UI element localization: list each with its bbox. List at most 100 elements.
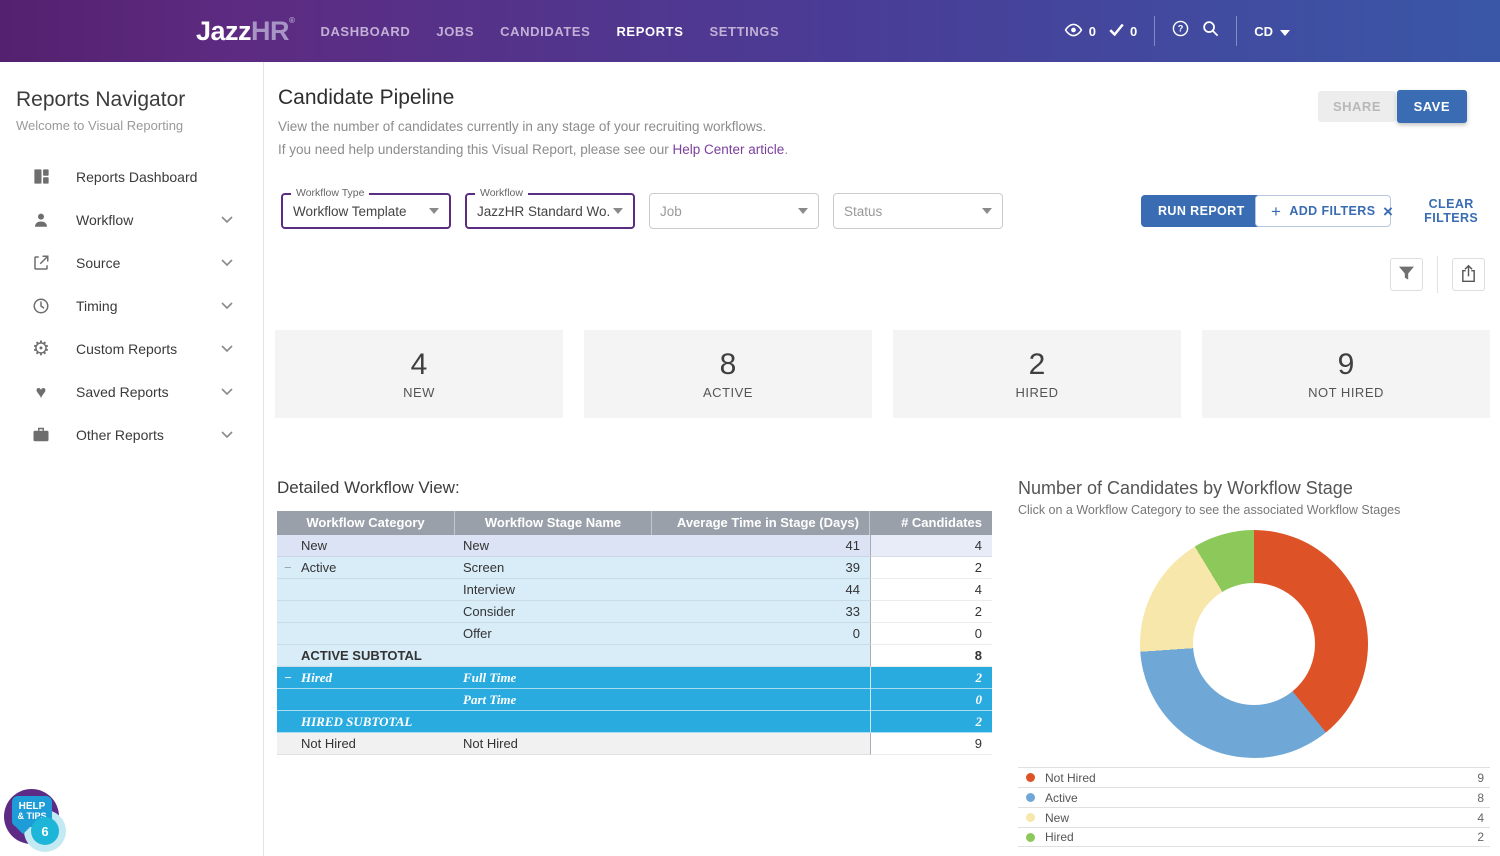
legend-label: Active — [1045, 791, 1078, 805]
legend-value: 9 — [1477, 771, 1484, 785]
export-button[interactable] — [1452, 258, 1485, 291]
clear-filters-button[interactable]: × CLEAR FILTERS — [1383, 195, 1500, 227]
chart-title: Number of Candidates by Workflow Stage — [1018, 478, 1490, 499]
help-center-link[interactable]: Help Center article — [673, 142, 785, 157]
cell-workflow-category — [277, 601, 455, 623]
chevron-down-icon — [221, 388, 233, 396]
workflow-label: Workflow — [475, 187, 528, 199]
cell-workflow-category[interactable]: −Hired — [277, 667, 455, 689]
legend-item-not-hired[interactable]: Not Hired 9 — [1018, 767, 1490, 787]
stat-card-hired: 2HIRED — [893, 330, 1181, 418]
nav-item-dashboard[interactable]: DASHBOARD — [320, 24, 410, 39]
sidebar-item-saved-reports[interactable]: ♥ Saved Reports — [0, 370, 263, 413]
cell-avg-time: 33 — [652, 601, 870, 623]
add-filters-button[interactable]: + ADD FILTERS — [1255, 195, 1391, 227]
stat-label: NEW — [403, 385, 435, 400]
collapse-icon[interactable]: − — [284, 667, 292, 689]
job-select[interactable]: Job — [649, 193, 819, 229]
cell-avg-time — [652, 733, 870, 755]
heart-icon: ♥ — [30, 383, 52, 401]
cell-workflow-category[interactable]: −Active — [277, 557, 455, 579]
help-tips-widget[interactable]: HELP & TIPS 6 — [4, 789, 74, 856]
legend-item-active[interactable]: Active 8 — [1018, 787, 1490, 807]
legend-dot — [1026, 793, 1035, 802]
workflow-type-select[interactable]: Workflow Type Workflow Template — [281, 193, 451, 229]
sidebar-item-source[interactable]: Source — [0, 241, 263, 284]
app-logo[interactable]: JazzHR® — [196, 16, 294, 47]
cell-candidates: 2 — [870, 667, 992, 689]
sidebar-item-label: Other Reports — [76, 427, 164, 443]
save-button[interactable]: SAVE — [1397, 90, 1467, 123]
legend-label: Hired — [1045, 830, 1074, 844]
page-description: View the number of candidates currently … — [278, 119, 1500, 134]
detailed-workflow-section: Detailed Workflow View: Workflow Categor… — [277, 478, 992, 755]
nav-item-settings[interactable]: SETTINGS — [709, 24, 779, 39]
watching-count[interactable]: 0 — [1064, 23, 1096, 40]
cell-avg-time — [652, 689, 870, 711]
sidebar-item-label: Saved Reports — [76, 384, 169, 400]
sidebar-item-custom-reports[interactable]: ⚙Custom Reports — [0, 327, 263, 370]
nav-item-candidates[interactable]: CANDIDATES — [500, 24, 590, 39]
sidebar-items: Reports DashboardWorkflow Source Timing⚙Cu… — [0, 155, 263, 456]
cell-avg-time: 39 — [652, 557, 870, 579]
cell-avg-time: 0 — [652, 623, 870, 645]
caret-down-icon — [613, 208, 623, 214]
sidebar-title: Reports Navigator — [0, 88, 263, 112]
chart-subtitle: Click on a Workflow Category to see the … — [1018, 503, 1490, 517]
cell-workflow-category — [277, 579, 455, 601]
stat-card-active: 8 ACTIVE — [584, 330, 872, 418]
stat-label: ACTIVE — [703, 385, 753, 400]
job-placeholder: Job — [660, 204, 794, 219]
sidebar-item-workflow[interactable]: Workflow — [0, 198, 263, 241]
cell-workflow-stage: Not Hired — [455, 733, 652, 755]
table-header-average-time-in-stage-days: Average Time in Stage (Days) — [652, 511, 870, 535]
nav-item-reports[interactable]: REPORTS — [616, 24, 683, 39]
workflow-select[interactable]: Workflow JazzHR Standard Wo... — [465, 193, 635, 229]
table-header-workflow-stage-name: Workflow Stage Name — [455, 511, 652, 535]
user-menu[interactable]: CD — [1254, 24, 1290, 39]
status-select[interactable]: Status — [833, 193, 1003, 229]
cell-candidates: 2 — [870, 557, 992, 579]
tools-row — [264, 258, 1500, 291]
tasks-count[interactable]: 0 — [1109, 23, 1137, 39]
workflow-value: JazzHR Standard Wo... — [477, 204, 609, 219]
clock-icon — [30, 297, 52, 315]
legend-dot — [1026, 833, 1035, 842]
bottom-section: Detailed Workflow View: Workflow Categor… — [264, 478, 1500, 856]
nav-item-jobs[interactable]: JOBS — [436, 24, 474, 39]
chart-section: Number of Candidates by Workflow Stage C… — [1018, 478, 1490, 847]
filter-funnel-button[interactable] — [1390, 258, 1423, 291]
filter-funnel-icon — [1398, 266, 1415, 284]
legend-item-new[interactable]: New4 — [1018, 807, 1490, 827]
chevron-down-icon — [221, 345, 233, 353]
chevron-down-icon — [221, 431, 233, 439]
legend-dot — [1026, 813, 1035, 822]
stat-value: 4 — [411, 348, 428, 382]
workflow-table: Workflow CategoryWorkflow Stage NameAver… — [277, 511, 992, 755]
search-icon[interactable] — [1202, 20, 1219, 42]
sidebar-item-timing[interactable]: Timing — [0, 284, 263, 327]
run-report-button[interactable]: RUN REPORT — [1141, 195, 1262, 227]
help-icon[interactable]: ? — [1172, 20, 1189, 42]
page-help-line: If you need help understanding this Visu… — [278, 142, 1500, 157]
cell-workflow-category — [277, 689, 455, 711]
legend-label: Not Hired — [1045, 771, 1096, 785]
sidebar-item-other-reports[interactable]: Other Reports — [0, 413, 263, 456]
cell-candidates: 2 — [870, 601, 992, 623]
collapse-icon[interactable]: − — [284, 557, 292, 579]
page-header: Candidate Pipeline View the number of ca… — [264, 62, 1500, 157]
sidebar-item-label: Source — [76, 255, 120, 271]
sidebar-item-reports-dashboard[interactable]: Reports Dashboard — [0, 155, 263, 198]
share-button[interactable]: SHARE — [1318, 91, 1396, 122]
gear-icon: ⚙ — [30, 339, 52, 359]
legend-item-hired[interactable]: Hired2 — [1018, 827, 1490, 847]
help-suffix: . — [784, 142, 788, 157]
stat-value: 8 — [720, 348, 737, 382]
legend-value: 8 — [1477, 791, 1484, 805]
status-placeholder: Status — [844, 204, 978, 219]
stats-row: 4 NEW 8 ACTIVE 2HIRED9NOT HIRED — [275, 330, 1490, 418]
cell-candidates: 4 — [870, 535, 992, 557]
stat-card-not-hired: 9NOT HIRED — [1202, 330, 1490, 418]
donut-chart[interactable] — [1140, 530, 1368, 758]
workflow-type-value: Workflow Template — [293, 204, 425, 219]
